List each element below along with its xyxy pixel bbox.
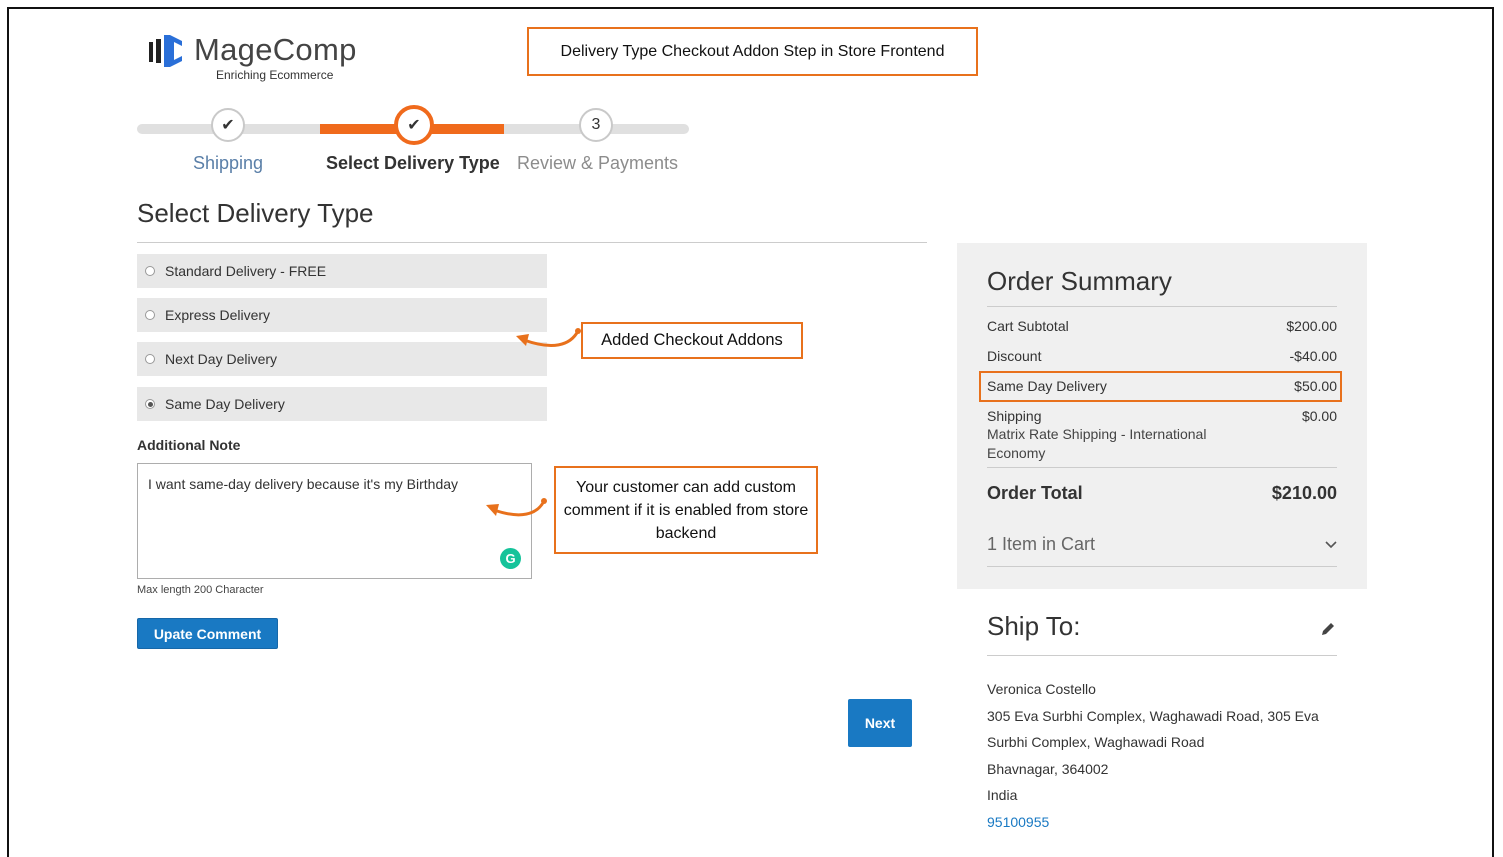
order-total-label: Order Total (987, 483, 1083, 503)
ship-to-title: Ship To: (987, 611, 1081, 641)
page-title: Select Delivery Type (137, 198, 374, 228)
callout-comment: Your customer can add custom comment if … (554, 466, 818, 554)
row-value: $200.00 (1286, 318, 1337, 334)
delivery-option-same-day[interactable]: Same Day Delivery (137, 387, 547, 421)
chevron-down-icon (1325, 540, 1337, 548)
summary-row-same-day-delivery: Same Day Delivery $50.00 (987, 378, 1337, 394)
items-in-cart-toggle[interactable]: 1 Item in Cart (987, 534, 1337, 555)
summary-divider (987, 306, 1337, 307)
order-total-value: $210.00 (1271, 483, 1337, 503)
additional-note-label: Additional Note (137, 437, 241, 453)
callout-addons: Added Checkout Addons (581, 322, 803, 359)
curved-arrow-icon (486, 498, 547, 517)
update-comment-button[interactable]: Upate Comment (137, 618, 278, 649)
address-name: Veronica Costello (987, 681, 1096, 697)
radio-button-selected[interactable] (145, 399, 155, 409)
summary-row-discount: Discount -$40.00 (987, 348, 1337, 364)
next-button[interactable]: Next (848, 699, 912, 747)
step-3-circle: 3 (579, 108, 613, 142)
curved-arrow-icon (516, 328, 581, 347)
address-city: Bhavnagar, 364002 (987, 761, 1109, 777)
row-label: Discount (987, 348, 1042, 364)
magecomp-logo-icon (149, 35, 182, 67)
grammarly-icon[interactable]: G (500, 548, 521, 569)
address-line: Surbhi Complex, Waghawadi Road (987, 734, 1205, 750)
section-divider (137, 242, 927, 243)
step-number: 3 (591, 116, 601, 133)
radio-button[interactable] (145, 266, 155, 276)
radio-button[interactable] (145, 354, 155, 364)
order-total-row: Order Total $210.00 (987, 483, 1337, 504)
step-shipping[interactable]: Shipping (193, 153, 263, 174)
phone-link[interactable]: 95100955 (987, 814, 1049, 830)
row-value: $0.00 (1301, 408, 1337, 424)
delivery-option-express[interactable]: Express Delivery (137, 298, 547, 332)
address-country: India (987, 787, 1018, 803)
option-label: Next Day Delivery (165, 351, 278, 367)
step-select-delivery-type: Select Delivery Type (326, 153, 500, 173)
radio-button[interactable] (145, 310, 155, 320)
delivery-option-next-day[interactable]: Next Day Delivery (137, 342, 547, 376)
delivery-option-standard[interactable]: Standard Delivery - FREE (137, 254, 547, 288)
row-label: Cart Subtotal (987, 318, 1069, 334)
additional-note-input[interactable]: I want same-day delivery because it's my… (137, 463, 532, 579)
logo-name: MageComp (194, 32, 357, 67)
items-in-cart-label: 1 Item in Cart (987, 534, 1096, 554)
row-value: $50.00 (1294, 378, 1337, 394)
summary-row-shipping: Shipping $0.00 (987, 408, 1337, 424)
ship-to-divider (987, 655, 1337, 656)
step-review-payments: Review & Payments (517, 153, 679, 173)
magecomp-logo[interactable]: MageComp Enriching Ecommerce (148, 32, 357, 82)
step-2-circle: ✔ (394, 105, 434, 145)
option-label: Express Delivery (165, 307, 271, 323)
order-summary-title: Order Summary (987, 266, 1172, 296)
shipping-method: Matrix Rate Shipping - International Eco… (987, 426, 1207, 461)
step-1-circle: ✔ (211, 108, 245, 142)
address-line: 305 Eva Surbhi Complex, Waghawadi Road, … (987, 708, 1319, 724)
option-label: Same Day Delivery (165, 396, 285, 412)
logo-tagline: Enriching Ecommerce (216, 68, 334, 82)
note-max-length-hint: Max length 200 Character (137, 584, 264, 596)
callout-title: Delivery Type Checkout Addon Step in Sto… (527, 27, 978, 76)
checkmark-icon: ✔ (221, 117, 235, 134)
checkmark-icon: ✔ (407, 117, 421, 134)
summary-divider (987, 467, 1337, 468)
row-value: -$40.00 (1289, 348, 1337, 364)
summary-row-subtotal: Cart Subtotal $200.00 (987, 318, 1337, 334)
row-label: Same Day Delivery (987, 378, 1107, 394)
option-label: Standard Delivery - FREE (165, 263, 327, 279)
pencil-edit-icon[interactable] (1320, 621, 1336, 637)
summary-divider (987, 566, 1337, 567)
row-label: Shipping (987, 408, 1042, 424)
